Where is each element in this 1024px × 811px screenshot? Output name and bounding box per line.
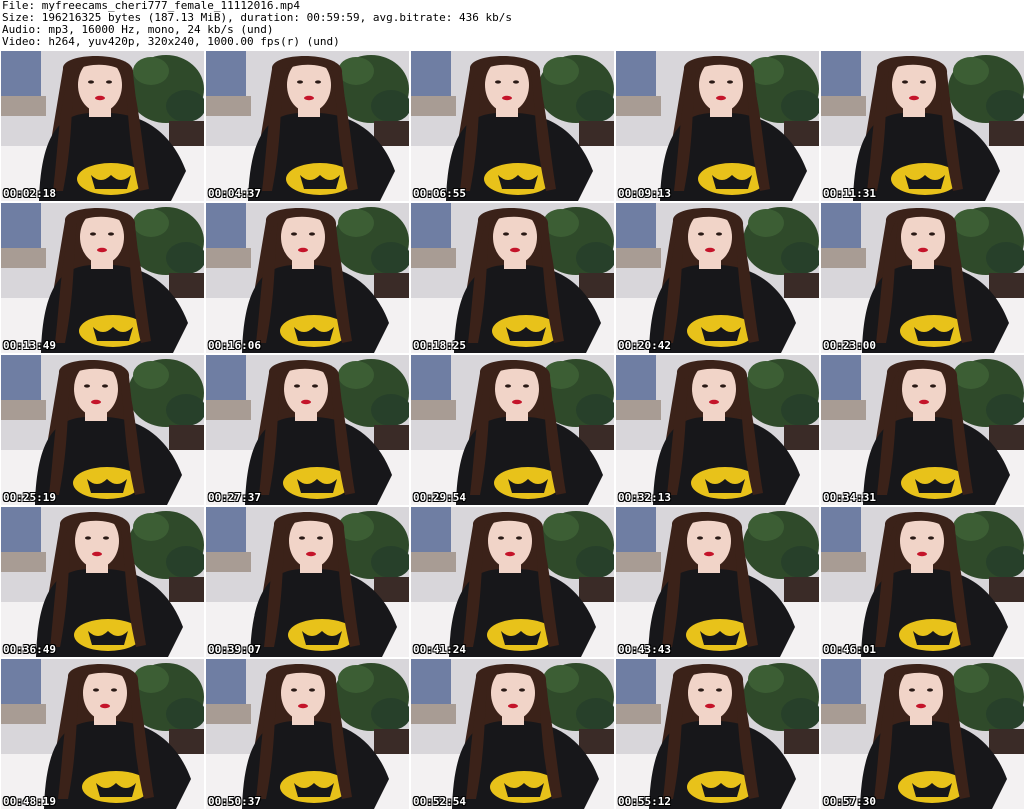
video-thumbnail: 00:52:54: [411, 659, 614, 809]
video-thumbnail: 00:39:07: [206, 507, 409, 657]
thumbnail-frame-image: [206, 355, 409, 505]
thumbnail-timestamp: 00:02:18: [3, 187, 56, 200]
thumbnail-timestamp: 00:36:49: [3, 643, 56, 656]
thumbnail-frame-image: [1, 203, 204, 353]
video-thumbnail: 00:20:42: [616, 203, 819, 353]
video-thumbnail: 00:11:31: [821, 51, 1024, 201]
thumbnail-frame-image: [206, 203, 409, 353]
thumbnail-frame-image: [1, 507, 204, 657]
video-thumbnail: 00:04:37: [206, 51, 409, 201]
thumbnail-frame-image: [616, 203, 819, 353]
video-thumbnail: 00:16:06: [206, 203, 409, 353]
thumbnail-timestamp: 00:34:31: [823, 491, 876, 504]
thumbnail-timestamp: 00:20:42: [618, 339, 671, 352]
video-thumbnail: 00:27:37: [206, 355, 409, 505]
thumbnail-frame-image: [821, 51, 1024, 201]
thumbnail-timestamp: 00:46:01: [823, 643, 876, 656]
thumbnail-timestamp: 00:48:19: [3, 795, 56, 808]
thumbnail-timestamp: 00:27:37: [208, 491, 261, 504]
video-thumbnail: 00:55:12: [616, 659, 819, 809]
thumbnail-timestamp: 00:29:54: [413, 491, 466, 504]
video-thumbnail: 00:18:25: [411, 203, 614, 353]
thumbnail-frame-image: [616, 507, 819, 657]
video-thumbnail: 00:32:13: [616, 355, 819, 505]
video-thumbnail: 00:43:43: [616, 507, 819, 657]
thumbnail-frame-image: [821, 507, 1024, 657]
thumbnail-frame-image: [1, 51, 204, 201]
file-info-header: File: myfreecams_cheri777_female_1111201…: [2, 0, 512, 48]
thumbnail-frame-image: [1, 355, 204, 505]
thumbnail-timestamp: 00:57:30: [823, 795, 876, 808]
thumbnail-timestamp: 00:25:19: [3, 491, 56, 504]
thumbnail-frame-image: [821, 203, 1024, 353]
thumbnail-frame-image: [411, 203, 614, 353]
video-thumbnail: 00:23:00: [821, 203, 1024, 353]
thumbnail-timestamp: 00:16:06: [208, 339, 261, 352]
video-thumbnail: 00:25:19: [1, 355, 204, 505]
thumbnail-frame-image: [411, 51, 614, 201]
thumbnail-frame-image: [616, 659, 819, 809]
thumbnail-frame-image: [821, 355, 1024, 505]
video-info-line: Video: h264, yuv420p, 320x240, 1000.00 f…: [2, 35, 340, 48]
video-thumbnail: 00:29:54: [411, 355, 614, 505]
thumbnail-frame-image: [1, 659, 204, 809]
thumbnail-timestamp: 00:13:49: [3, 339, 56, 352]
video-thumbnail: 00:02:18: [1, 51, 204, 201]
thumbnail-timestamp: 00:41:24: [413, 643, 466, 656]
thumbnail-frame-image: [411, 659, 614, 809]
thumbnail-frame-image: [206, 51, 409, 201]
video-thumbnail: 00:13:49: [1, 203, 204, 353]
video-thumbnail: 00:09:13: [616, 51, 819, 201]
thumbnail-frame-image: [616, 355, 819, 505]
thumbnail-frame-image: [206, 507, 409, 657]
thumbnail-timestamp: 00:39:07: [208, 643, 261, 656]
thumbnail-timestamp: 00:18:25: [413, 339, 466, 352]
video-thumbnail: 00:41:24: [411, 507, 614, 657]
video-thumbnail: 00:34:31: [821, 355, 1024, 505]
thumbnail-timestamp: 00:11:31: [823, 187, 876, 200]
video-thumbnail: 00:50:37: [206, 659, 409, 809]
thumbnail-frame-image: [616, 51, 819, 201]
thumbnail-timestamp: 00:09:13: [618, 187, 671, 200]
thumbnail-timestamp: 00:50:37: [208, 795, 261, 808]
thumbnail-timestamp: 00:04:37: [208, 187, 261, 200]
video-thumbnail: 00:36:49: [1, 507, 204, 657]
thumbnail-grid: 00:02:18 00:04:37 00:06:55 00:09:13 00:11:31…: [1, 51, 1024, 811]
video-thumbnail: 00:46:01: [821, 507, 1024, 657]
thumbnail-timestamp: 00:55:12: [618, 795, 671, 808]
video-thumbnail: 00:06:55: [411, 51, 614, 201]
video-thumbnail: 00:57:30: [821, 659, 1024, 809]
thumbnail-timestamp: 00:06:55: [413, 187, 466, 200]
thumbnail-timestamp: 00:43:43: [618, 643, 671, 656]
thumbnail-frame-image: [411, 507, 614, 657]
thumbnail-frame-image: [206, 659, 409, 809]
thumbnail-timestamp: 00:32:13: [618, 491, 671, 504]
thumbnail-frame-image: [821, 659, 1024, 809]
video-thumbnail: 00:48:19: [1, 659, 204, 809]
thumbnail-timestamp: 00:23:00: [823, 339, 876, 352]
thumbnail-timestamp: 00:52:54: [413, 795, 466, 808]
thumbnail-frame-image: [411, 355, 614, 505]
